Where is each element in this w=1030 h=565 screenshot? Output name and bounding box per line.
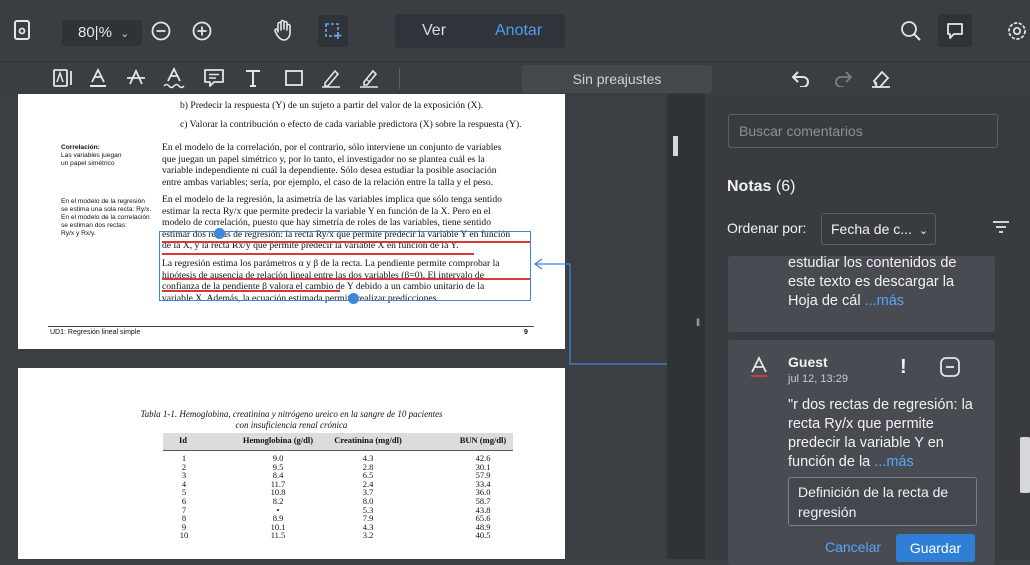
- cancel-button[interactable]: Cancelar: [825, 539, 881, 555]
- region-select-icon: [325, 23, 342, 39]
- sort-dropdown[interactable]: Fecha de c... ⌄: [821, 213, 936, 245]
- text-annotation-icon: [750, 355, 768, 378]
- pdf-page-9: b) Predecir la respuesta (Y) de un sujet…: [18, 94, 565, 349]
- selection-handle-start[interactable]: [214, 228, 225, 239]
- zoom-dropdown[interactable]: 80|% ⌄: [62, 20, 142, 46]
- highlighter-tool-icon[interactable]: [358, 67, 380, 93]
- table-cell: 10: [179, 530, 189, 541]
- zoom-value: 80|%: [78, 24, 112, 41]
- selection-handle-end[interactable]: [348, 293, 359, 304]
- resize-handle-icon[interactable]: ‖: [696, 318, 705, 330]
- table-header-cell: Creatinina (mg/dl): [334, 435, 402, 445]
- mode-annotate-tab[interactable]: Anotar: [495, 14, 542, 48]
- comments-panel: Buscar comentarios Notas (6) Ordenar por…: [705, 94, 1030, 565]
- top-bar: 80|% ⌄ Ver Anotar: [0, 0, 1030, 61]
- underline-annotation: [162, 241, 530, 243]
- more-link[interactable]: ...más: [874, 454, 913, 470]
- undo-icon[interactable]: [791, 69, 811, 91]
- document-icon[interactable]: [13, 20, 31, 44]
- underline-annotation: [162, 253, 474, 255]
- panel-divider: ‖: [667, 94, 705, 559]
- save-button[interactable]: Guardar: [896, 534, 975, 562]
- note-timestamp: jul 12, 13:29: [788, 373, 848, 385]
- footer-page-number: 9: [524, 329, 528, 336]
- table-header-cell: BUN (mg/dl): [459, 435, 507, 445]
- doc-line: c) Valorar la contribución o efecto de c…: [180, 119, 522, 130]
- chevron-down-icon: ⌄: [120, 28, 130, 40]
- underline-annotation: [162, 278, 530, 280]
- pdf-page-10: Tabla 1-1. Hemoglobina, creatinina y nit…: [18, 368, 565, 559]
- sort-label: Ordenar por:: [727, 220, 807, 236]
- table-cell: 11.5: [270, 530, 286, 541]
- margin-note: Correlación: Las variables juegan un pap…: [61, 144, 122, 167]
- footer-rule: [48, 326, 534, 327]
- freehand-pen-tool-icon[interactable]: [320, 67, 342, 93]
- panel-scrollbar-thumb[interactable]: [1020, 437, 1030, 493]
- table-header-cell: Hemoglobina (g/dl): [242, 435, 314, 445]
- search-icon[interactable]: [900, 20, 922, 46]
- more-link[interactable]: ...más: [865, 293, 904, 309]
- toolbar-divider: [399, 68, 400, 89]
- table-header-cell: Id: [179, 435, 188, 445]
- gear-icon[interactable]: [1006, 20, 1028, 46]
- pan-hand-icon[interactable]: [272, 19, 294, 45]
- table-cell: 40.5: [475, 530, 491, 541]
- strikeout-tool-icon[interactable]: [126, 67, 146, 93]
- table-cell: 3.2: [362, 530, 374, 541]
- annotation-toolbar: Sin preajustes: [0, 61, 1030, 94]
- mode-toggle: Ver Anotar: [395, 14, 565, 48]
- notes-count: (6): [775, 178, 796, 195]
- mode-view-tab[interactable]: Ver: [422, 14, 446, 48]
- chevron-down-icon: ⌄: [918, 225, 929, 237]
- redo-icon[interactable]: [833, 69, 853, 91]
- zoom-out-icon[interactable]: [151, 21, 171, 45]
- presets-dropdown[interactable]: Sin preajustes: [522, 65, 712, 93]
- notes-heading: Notas (6): [727, 178, 796, 195]
- note-card-active[interactable]: Guest jul 12, 13:29 ! "r dos rectas de r…: [728, 340, 995, 565]
- scrollbar-thumb[interactable]: [673, 136, 678, 156]
- squiggly-tool-icon[interactable]: [163, 66, 185, 93]
- priority-icon[interactable]: !: [900, 357, 907, 377]
- search-comments-input[interactable]: Buscar comentarios: [728, 114, 998, 148]
- eraser-icon[interactable]: [870, 68, 892, 92]
- note-reply-input[interactable]: Definición de la recta de regresión: [788, 477, 977, 526]
- rectangle-tool-icon[interactable]: [284, 68, 304, 92]
- text-highlight-tool-icon[interactable]: [52, 68, 74, 92]
- selection-tool-button[interactable]: [318, 15, 348, 47]
- note-author: Guest: [788, 354, 828, 370]
- footer-chapter: UD1: Regresión lineal simple: [50, 329, 141, 336]
- comment-icon: [947, 23, 963, 39]
- note-tool-icon[interactable]: [203, 68, 225, 92]
- note-preview: estudiar los contenidos de este texto es…: [788, 256, 957, 309]
- margin-note: En el modelo de la regresión se estima u…: [61, 198, 152, 237]
- doc-paragraph: En el modelo de la correlación, por el c…: [162, 142, 502, 188]
- table-caption: Tabla 1-1. Hemoglobina, creatinina y nit…: [140, 409, 443, 430]
- zoom-in-icon[interactable]: [192, 21, 212, 45]
- doc-line: b) Predecir la respuesta (Y) de un sujet…: [180, 100, 484, 111]
- comments-panel-button[interactable]: [938, 14, 972, 47]
- underline-tool-icon[interactable]: [88, 67, 108, 93]
- filter-icon[interactable]: [992, 220, 1010, 239]
- collapse-note-icon[interactable]: [939, 356, 961, 383]
- free-text-tool-icon[interactable]: [244, 68, 262, 92]
- note-card[interactable]: estudiar los contenidos de este texto es…: [728, 256, 995, 332]
- document-viewer[interactable]: b) Predecir la respuesta (Y) de un sujet…: [0, 94, 740, 559]
- underline-annotation: [162, 290, 340, 292]
- note-quote: "r dos rectas de regresión: la recta Ry/…: [788, 397, 973, 470]
